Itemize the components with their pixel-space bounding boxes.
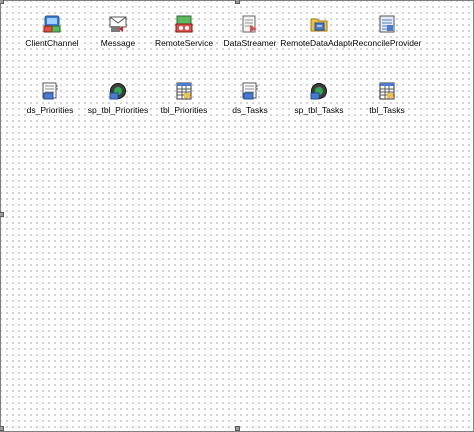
resize-handle-top-left[interactable] — [0, 0, 4, 4]
resize-handle-middle-left[interactable] — [0, 212, 4, 217]
component-data-streamer[interactable]: DataStreamer — [210, 15, 290, 55]
resize-handle-bottom-center[interactable] — [235, 426, 240, 431]
component-label: Message — [99, 38, 137, 48]
component-label: sp_tbl_Tasks — [293, 105, 345, 115]
table-icon — [347, 82, 427, 100]
resize-handle-bottom-left[interactable] — [0, 426, 4, 431]
resize-handle-top-center[interactable] — [235, 0, 240, 4]
component-label: RemoteService — [153, 38, 215, 48]
reconcile-provider-icon — [347, 15, 427, 33]
designer-surface[interactable]: ClientChannel Message RemoteService Data… — [0, 0, 474, 432]
component-label: ds_Tasks — [231, 105, 269, 115]
component-label: sp_tbl_Priorities — [86, 105, 150, 115]
component-label: tbl_Tasks — [368, 105, 406, 115]
dataset-icon — [210, 82, 290, 100]
component-ds-tasks[interactable]: ds_Tasks — [210, 82, 290, 122]
component-label: tbl_Priorities — [159, 105, 209, 115]
component-label: DataStreamer — [222, 38, 278, 48]
data-streamer-icon — [210, 15, 290, 33]
component-tbl-tasks[interactable]: tbl_Tasks — [347, 82, 427, 122]
component-reconcile-provider[interactable]: ReconcileProvider — [347, 15, 427, 55]
component-label: ds_Priorities — [25, 105, 75, 115]
component-label: ClientChannel — [24, 38, 80, 48]
component-label: ReconcileProvider — [351, 38, 423, 48]
